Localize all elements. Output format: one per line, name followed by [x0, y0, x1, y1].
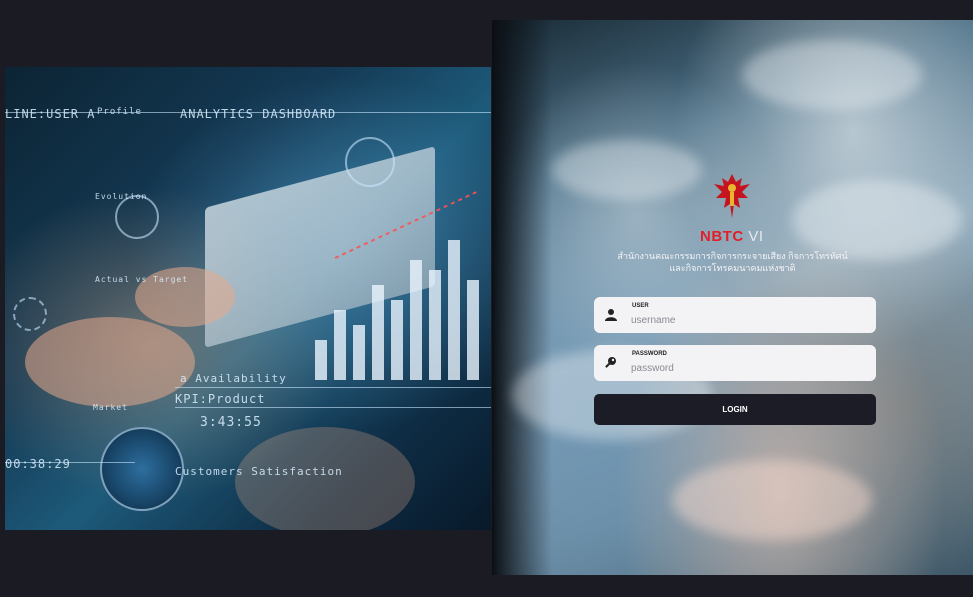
password-input[interactable] — [631, 361, 861, 375]
cloud-shape — [672, 460, 872, 540]
hero-bar — [315, 340, 327, 380]
hud-label: a Availability — [180, 372, 287, 385]
hero-bar — [353, 325, 365, 380]
hud-label: 3:43:55 — [200, 415, 262, 430]
garuda-emblem — [714, 174, 750, 218]
hud-label: Actual vs Target — [95, 275, 189, 284]
password-label: PASSWORD — [632, 351, 667, 357]
hud-label: KPI:Product — [175, 392, 266, 406]
hud-label: ANALYTICS DASHBOARD — [180, 107, 337, 121]
hero-image: LINE:USER A Profile ANALYTICS DASHBOARD … — [5, 67, 491, 530]
cloud-shape — [742, 40, 922, 110]
gauge-icon — [345, 137, 395, 187]
username-field[interactable]: USER — [594, 297, 876, 333]
brand-title: NBTC VI — [700, 228, 764, 245]
hero-bar — [467, 280, 479, 380]
hud-label: Profile — [97, 107, 142, 117]
hero-bar — [334, 310, 346, 380]
password-field[interactable]: PASSWORD — [594, 345, 876, 381]
hero-bar — [391, 300, 403, 380]
brand-nbtc: NBTC — [700, 228, 744, 245]
hero-bar — [448, 240, 460, 380]
hud-label: Evolution — [95, 192, 148, 201]
hud-line — [175, 387, 491, 388]
radar-icon — [115, 195, 159, 239]
login-button[interactable]: LOGIN — [594, 394, 876, 425]
key-icon — [605, 357, 616, 368]
organization-name: สำนักงานคณะกรรมการกิจการกระจายเสียง กิจก… — [600, 250, 865, 274]
brand-suffix: VI — [743, 228, 764, 245]
hero-bar — [372, 285, 384, 380]
hexagon-icon — [13, 297, 47, 331]
login-page: LINE:USER A Profile ANALYTICS DASHBOARD … — [0, 0, 973, 597]
hand-shape — [235, 427, 415, 530]
org-line-1: สำนักงานคณะกรรมการกิจการกระจายเสียง กิจก… — [617, 251, 848, 261]
hero-bar — [410, 260, 422, 380]
hud-line — [175, 407, 491, 408]
user-icon — [605, 309, 617, 321]
username-label: USER — [632, 303, 649, 309]
username-input[interactable] — [631, 313, 861, 327]
org-line-2: และกิจการโทรคมนาคมแห่งชาติ — [669, 263, 796, 273]
hud-label: Customers Satisfaction — [175, 465, 343, 478]
hero-bar — [429, 270, 441, 380]
hud-label: LINE:USER A — [5, 107, 96, 121]
space-shadow — [492, 20, 552, 575]
cloud-shape — [552, 140, 702, 200]
cloud-shape — [792, 180, 962, 260]
hud-label: Market — [93, 403, 128, 412]
globe-icon — [100, 427, 184, 511]
hud-clock: 00:38:29 — [5, 457, 71, 471]
hand-shape — [25, 317, 195, 407]
